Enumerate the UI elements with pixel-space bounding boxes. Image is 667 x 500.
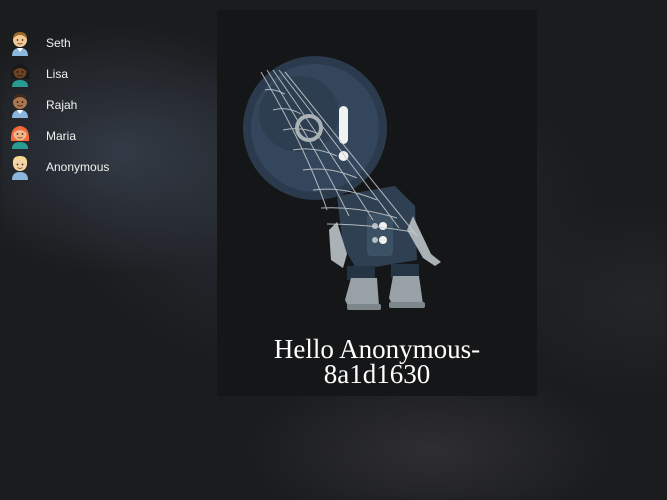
user-item-rajah[interactable]: Rajah	[8, 89, 168, 120]
user-name: Seth	[46, 35, 71, 50]
woman-emoji-icon	[10, 63, 30, 87]
greeting-text: Hello Anonymous- 8a1d1630	[217, 336, 537, 389]
astronaut-in-web-icon	[243, 56, 441, 310]
user-name: Anonymous	[46, 159, 110, 174]
user-item-lisa[interactable]: Lisa	[8, 58, 168, 89]
person-emoji-icon	[12, 155, 28, 180]
user-name: Lisa	[46, 66, 69, 81]
woman-emoji-icon	[10, 125, 30, 149]
welcome-panel: Hello Anonymous- 8a1d1630	[217, 10, 537, 396]
user-item-seth[interactable]: Seth	[8, 27, 168, 58]
user-list: Seth Lisa Rajah Maria Anonymous	[8, 27, 168, 182]
user-name: Rajah	[46, 97, 78, 112]
man-emoji-icon	[12, 31, 28, 56]
greeting-line-2: 8a1d1630	[323, 359, 431, 389]
user-item-anonymous[interactable]: Anonymous	[8, 151, 168, 182]
user-name: Maria	[46, 128, 77, 143]
user-item-maria[interactable]: Maria	[8, 120, 168, 151]
man-emoji-icon	[12, 93, 28, 118]
